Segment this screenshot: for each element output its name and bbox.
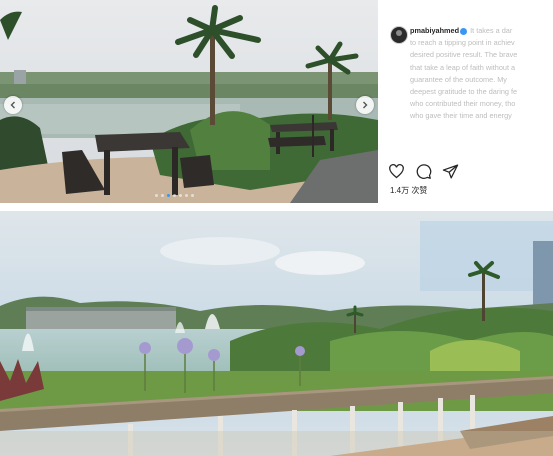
comment-icon [416, 164, 432, 179]
post-carousel[interactable] [0, 0, 378, 203]
caption-line: guarantee of the outcome. My [410, 74, 507, 84]
post-actions [388, 163, 459, 180]
carousel-indicator [155, 194, 194, 197]
likes-count[interactable]: 1.4万 次赞 [390, 185, 427, 196]
carousel-next-button[interactable] [356, 96, 374, 114]
caption-line: deepest gratitude to the daring fe [410, 87, 518, 97]
send-icon [442, 164, 459, 179]
carousel-dot [155, 194, 158, 197]
carousel-dot [191, 194, 194, 197]
post-sidebar: pmabiyahmed It takes a dar to reach a ti… [378, 0, 553, 203]
caption-line: that take a leap of faith without a [410, 62, 516, 72]
share-button[interactable] [442, 163, 459, 180]
chevron-right-icon [363, 101, 368, 109]
instagram-post: pmabiyahmed It takes a dar to reach a ti… [0, 0, 553, 203]
carousel-dot [161, 194, 164, 197]
carousel-dot [167, 194, 170, 197]
chevron-left-icon [10, 101, 15, 109]
carousel-dot [173, 194, 176, 197]
carousel-dot [185, 194, 188, 197]
caption-line: who contributed their money, tho [410, 99, 516, 109]
username-link[interactable]: pmabiyahmed [410, 26, 459, 35]
bottom-photo [0, 211, 553, 456]
carousel-dot [179, 194, 182, 197]
caption-line: who gave their time and energy [410, 111, 512, 121]
avatar[interactable] [390, 26, 408, 44]
like-button[interactable] [388, 163, 405, 180]
carousel-prev-button[interactable] [4, 96, 22, 114]
post-slide-image [0, 0, 378, 203]
caption-line: to reach a tipping point in achiev [410, 38, 515, 48]
caption-line: desired positive result. The brave [410, 50, 518, 60]
verified-badge-icon [460, 27, 468, 35]
comment-button[interactable] [415, 163, 432, 180]
heart-icon [389, 164, 404, 179]
boardwalk-lake-image [0, 211, 553, 456]
post-caption: pmabiyahmed It takes a dar to reach a ti… [410, 25, 553, 123]
caption-line: It takes a dar [470, 26, 513, 35]
